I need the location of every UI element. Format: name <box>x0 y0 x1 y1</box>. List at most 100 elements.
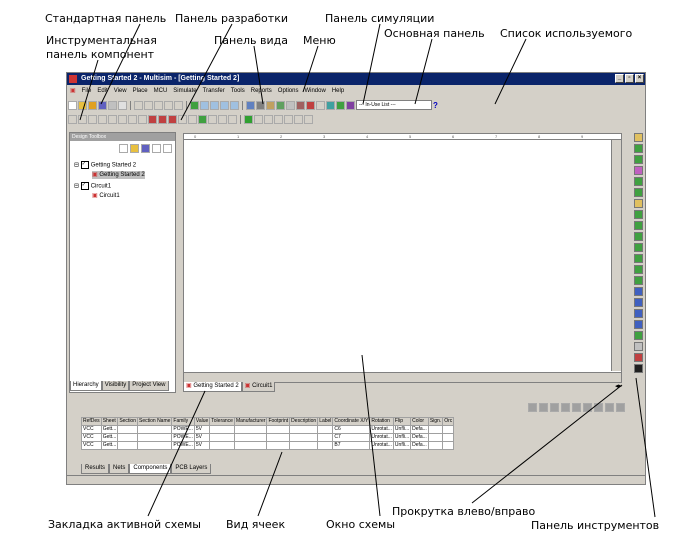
table-cell[interactable] <box>117 433 138 442</box>
question-icon[interactable]: ? <box>433 101 441 110</box>
table-cell[interactable] <box>266 441 291 450</box>
table-cell[interactable]: Unfli... <box>392 441 412 450</box>
open-sheet-icon[interactable] <box>130 144 139 153</box>
table-cell[interactable] <box>117 441 138 450</box>
open-icon[interactable] <box>78 100 87 110</box>
horizontal-scrollbar[interactable] <box>184 372 621 382</box>
tab-nets[interactable]: Nets <box>109 464 130 474</box>
in-use-list-dropdown[interactable]: --- In-Use List --- <box>356 100 432 110</box>
new-sheet-icon[interactable] <box>119 144 128 153</box>
frequency-counter-icon[interactable] <box>634 199 643 208</box>
view-icon[interactable] <box>163 144 172 153</box>
table-cell[interactable]: Defa... <box>410 425 429 434</box>
wattmeter-icon[interactable] <box>634 155 643 164</box>
table-cell[interactable] <box>266 433 291 442</box>
menu-place[interactable]: Place <box>130 86 151 97</box>
column-header[interactable]: Color <box>410 417 429 426</box>
distortion-analyzer-icon[interactable] <box>634 254 643 263</box>
table-cell[interactable]: 5V <box>193 441 211 450</box>
table-cell[interactable] <box>136 441 173 450</box>
menu-mcu[interactable]: MCU <box>151 86 171 97</box>
table-cell[interactable] <box>233 433 268 442</box>
function-generator-icon[interactable] <box>634 144 643 153</box>
column-header[interactable]: Family <box>171 417 195 426</box>
ultiboard-icon[interactable] <box>326 100 335 110</box>
undo-icon[interactable] <box>164 100 173 110</box>
table-cell[interactable] <box>136 433 173 442</box>
pause-icon[interactable] <box>254 114 263 124</box>
capture-screen-icon[interactable] <box>316 100 325 110</box>
breakpoint-icon[interactable] <box>304 114 313 124</box>
table-cell[interactable] <box>136 425 173 434</box>
column-header[interactable]: Coordinate X/Y <box>332 417 371 426</box>
table-cell[interactable] <box>117 425 138 434</box>
zoom-fit-icon[interactable] <box>230 100 239 110</box>
misc-component-icon[interactable] <box>178 114 187 124</box>
table-cell[interactable]: Gett... <box>100 425 119 434</box>
menu-window[interactable]: Window <box>301 86 328 97</box>
table-cell[interactable]: VCC <box>81 441 102 450</box>
power-component-icon[interactable] <box>168 114 177 124</box>
word-generator-icon[interactable] <box>634 210 643 219</box>
minimize-button[interactable]: _ <box>615 74 624 83</box>
paste-icon[interactable] <box>583 403 592 412</box>
table-cell[interactable] <box>427 433 444 442</box>
column-header[interactable]: Rotation <box>369 417 394 426</box>
table-row[interactable]: VCC Gett... POWE... 5V C6 Unrotat... Unf… <box>81 425 455 434</box>
table-cell[interactable]: POWE... <box>171 433 195 442</box>
save-icon[interactable] <box>98 100 107 110</box>
table-cell[interactable] <box>289 433 319 442</box>
check-icon[interactable]: ✓ <box>80 182 89 190</box>
table-cell[interactable] <box>289 441 319 450</box>
basic-component-icon[interactable] <box>78 114 87 124</box>
agilent-multimeter-icon[interactable] <box>634 298 643 307</box>
stop-icon[interactable] <box>264 114 273 124</box>
tab-pcb-layers[interactable]: PCB Layers <box>171 464 212 474</box>
multimeter-icon[interactable] <box>634 133 643 142</box>
menu-reports[interactable]: Reports <box>248 86 275 97</box>
table-cell[interactable]: Gett... <box>100 433 119 442</box>
tab-components[interactable]: Components <box>129 464 172 474</box>
spreadsheet-icon[interactable] <box>256 100 265 110</box>
grapher-icon[interactable] <box>286 100 295 110</box>
network-analyzer-icon[interactable] <box>634 276 643 285</box>
oscilloscope-icon[interactable] <box>634 166 643 175</box>
tree-item[interactable]: ⊟ ✓ Circuit1 <box>74 182 111 191</box>
analog-component-icon[interactable] <box>108 114 117 124</box>
agilent-generator-icon[interactable] <box>634 287 643 296</box>
table-row[interactable]: VCC Gett... POWE... 5V B7 Unrotat... Unf… <box>81 441 455 450</box>
print-icon[interactable] <box>108 100 117 110</box>
column-header[interactable]: RefDes <box>81 417 102 426</box>
fullscreen-icon[interactable] <box>190 100 199 110</box>
column-header[interactable]: Value <box>193 417 211 426</box>
new-icon[interactable] <box>68 100 77 110</box>
table-cell[interactable] <box>442 433 455 442</box>
mixed-component-icon[interactable] <box>148 114 157 124</box>
table-cell[interactable]: VCC <box>81 433 102 442</box>
lock-icon[interactable] <box>605 403 614 412</box>
step-over-icon[interactable] <box>284 114 293 124</box>
component-wizard-icon[interactable] <box>276 100 285 110</box>
column-header[interactable]: Sheet <box>100 417 119 426</box>
table-cell[interactable] <box>233 425 268 434</box>
redo-icon[interactable] <box>174 100 183 110</box>
filter-icon[interactable] <box>561 403 570 412</box>
play-icon[interactable] <box>634 364 643 373</box>
open-sample-icon[interactable] <box>88 100 97 110</box>
ttl-component-icon[interactable] <box>118 114 127 124</box>
save-sheet-icon[interactable] <box>141 144 150 153</box>
column-header[interactable]: Section <box>117 417 138 426</box>
step-icon[interactable] <box>274 114 283 124</box>
tab-project-view[interactable]: Project View <box>129 381 169 391</box>
print-preview-icon[interactable] <box>118 100 127 110</box>
table-cell[interactable]: POWE... <box>171 425 195 434</box>
table-cell[interactable] <box>317 441 334 450</box>
step-into-icon[interactable] <box>294 114 303 124</box>
run-icon[interactable] <box>244 114 253 124</box>
bus-icon[interactable] <box>228 114 237 124</box>
column-header[interactable]: Description <box>289 417 319 426</box>
menu-transfer[interactable]: Transfer <box>200 86 228 97</box>
table-cell[interactable]: Defa... <box>410 441 429 450</box>
check-icon[interactable]: ✓ <box>80 161 89 169</box>
column-header[interactable]: Label <box>317 417 334 426</box>
